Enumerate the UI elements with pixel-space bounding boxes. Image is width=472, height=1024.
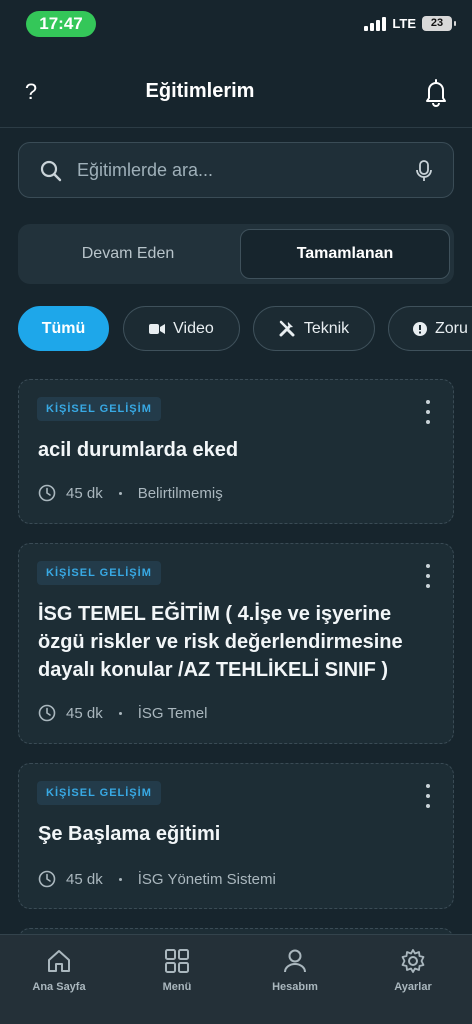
chip-difficult[interactable]: Zoru <box>388 306 472 351</box>
training-card[interactable]: KİŞİSEL GELİŞİM acil durumlarda eked 45 … <box>18 379 454 524</box>
status-indicators: LTE 23 <box>364 16 456 31</box>
nav-label: Menü <box>162 981 192 993</box>
card-duration: 45 dk <box>66 704 103 722</box>
card-duration: 45 dk <box>66 484 103 502</box>
status-time: 17:47 <box>26 11 96 37</box>
tools-icon <box>279 320 295 337</box>
network-type: LTE <box>392 16 416 31</box>
category-badge: KİŞİSEL GELİŞİM <box>37 397 161 421</box>
chip-label: Zoru <box>435 320 468 337</box>
card-meta: 45 dk İSG Temel <box>38 704 207 722</box>
training-card[interactable]: KİŞİSEL GELİŞİM Şe Başlama eğitimi 45 dk… <box>18 763 454 909</box>
separator-dot <box>118 877 122 881</box>
chip-label: Tümü <box>41 320 86 337</box>
clock-icon <box>38 484 56 502</box>
home-icon <box>48 950 70 972</box>
separator-dot <box>118 491 122 495</box>
status-bar: 17:47 LTE 23 <box>0 0 472 48</box>
card-topic: Belirtilmemiş <box>137 484 223 502</box>
grid-icon <box>165 949 189 973</box>
nav-home[interactable]: Ana Sayfa <box>0 947 118 993</box>
page-title: Eğitimlerim <box>145 80 255 102</box>
gear-icon <box>401 949 425 973</box>
card-title: İSG TEMEL EĞİTİM ( 4.İşe ve işyerine özg… <box>38 603 403 681</box>
nav-label: Ayarlar <box>394 981 432 993</box>
nav-menu[interactable]: Menü <box>118 947 236 993</box>
tab-devam-eden[interactable]: Devam Eden <box>22 229 234 279</box>
card-duration: 45 dk <box>66 870 103 888</box>
bell-icon <box>426 79 446 107</box>
card-title: acil durumlarda eked <box>38 439 239 461</box>
chip-all[interactable]: Tümü <box>18 306 109 351</box>
chip-video[interactable]: Video <box>123 306 240 351</box>
card-topic: İSG Temel <box>137 704 208 722</box>
filter-chips: Tümü Video Teknik Zoru <box>18 306 472 352</box>
app-header: ? Eğitimlerim <box>0 64 472 128</box>
status-segmented-control: Devam Eden Tamamlanan <box>18 224 454 284</box>
search-bar <box>18 142 454 198</box>
chip-label: Video <box>173 320 214 337</box>
more-options-button[interactable] <box>423 784 433 808</box>
category-badge: KİŞİSEL GELİŞİM <box>37 781 161 805</box>
chip-technical[interactable]: Teknik <box>253 306 375 351</box>
microphone-icon[interactable] <box>415 159 433 183</box>
clock-icon <box>38 870 56 888</box>
more-options-button[interactable] <box>423 564 433 588</box>
alert-circle-icon <box>413 321 427 336</box>
card-meta: 45 dk İSG Yönetim Sistemi <box>38 870 276 888</box>
bottom-navigation: Ana Sayfa Menü Hesabım Ayarlar <box>0 934 472 1024</box>
training-card[interactable]: KİŞİSEL GELİŞİM İSG TEMEL EĞİTİM ( 4.İşe… <box>18 543 454 744</box>
video-camera-icon <box>149 323 166 334</box>
nav-label: Hesabım <box>272 981 318 993</box>
search-icon <box>40 160 62 182</box>
nav-account[interactable]: Hesabım <box>236 947 354 993</box>
user-icon <box>284 949 306 973</box>
tab-tamamlanan[interactable]: Tamamlanan <box>240 229 450 279</box>
nav-label: Ana Sayfa <box>32 981 86 993</box>
search-input[interactable] <box>77 153 397 187</box>
card-meta: 45 dk Belirtilmemiş <box>38 484 223 502</box>
battery-icon: 23 <box>422 16 456 31</box>
card-topic: İSG Yönetim Sistemi <box>137 870 276 888</box>
clock-icon <box>38 704 56 722</box>
separator-dot <box>118 711 122 715</box>
signal-icon <box>364 16 387 31</box>
notifications-button[interactable] <box>422 76 450 108</box>
chip-label: Teknik <box>303 320 350 337</box>
nav-settings[interactable]: Ayarlar <box>354 947 472 993</box>
category-badge: KİŞİSEL GELİŞİM <box>37 561 161 585</box>
card-title: Şe Başlama eğitimi <box>38 823 221 845</box>
more-options-button[interactable] <box>423 400 433 424</box>
